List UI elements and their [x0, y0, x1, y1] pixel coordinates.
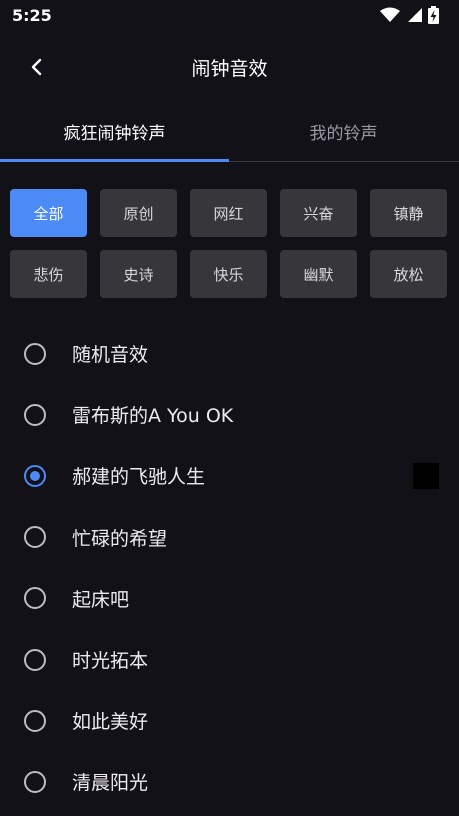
sound-list: 随机音效 雷布斯的A You OK 郝建的飞驰人生 忙碌的希望 起床吧 时光拓本…	[0, 323, 459, 813]
chip-original[interactable]: 原创	[100, 189, 177, 237]
signal-icon	[408, 8, 422, 22]
sound-label: 如此美好	[72, 711, 149, 734]
status-time: 5:25	[12, 6, 52, 25]
radio-button[interactable]	[24, 587, 46, 610]
chip-relax[interactable]: 放松	[370, 250, 447, 298]
list-item[interactable]: 雷布斯的A You OK	[0, 384, 459, 445]
sound-label: 时光拓本	[72, 650, 149, 673]
chip-calm[interactable]: 镇静	[370, 189, 447, 237]
radio-button[interactable]	[24, 403, 46, 426]
list-item[interactable]: 忙碌的希望	[0, 507, 459, 568]
list-item[interactable]: 郝建的飞驰人生	[0, 445, 459, 506]
radio-button[interactable]	[24, 342, 46, 365]
list-item[interactable]: 如此美好	[0, 690, 459, 751]
status-icons	[380, 6, 439, 24]
radio-button[interactable]	[24, 648, 46, 671]
header: 闹钟音效	[0, 40, 459, 96]
chip-humor[interactable]: 幽默	[280, 250, 357, 298]
playing-indicator	[413, 462, 439, 489]
chip-epic[interactable]: 史诗	[100, 250, 177, 298]
tab-bar: 疯狂闹钟铃声 我的铃声	[0, 100, 459, 162]
sound-label: 忙碌的希望	[72, 527, 168, 550]
list-item[interactable]: 随机音效	[0, 323, 459, 384]
list-item[interactable]: 清晨阳光	[0, 751, 459, 812]
tab-crazy-alarm-ringtones[interactable]: 疯狂闹钟铃声	[0, 100, 229, 162]
sound-label: 雷布斯的A You OK	[72, 405, 234, 428]
battery-charging-icon	[428, 6, 439, 24]
list-item[interactable]: 时光拓本	[0, 629, 459, 690]
sound-label: 起床吧	[72, 588, 130, 611]
radio-button[interactable]	[24, 709, 46, 732]
radio-button[interactable]	[24, 770, 46, 793]
status-bar: 5:25	[0, 0, 459, 32]
radio-button[interactable]	[24, 526, 46, 549]
chip-sad[interactable]: 悲伤	[10, 250, 87, 298]
chip-happy[interactable]: 快乐	[190, 250, 267, 298]
tab-my-ringtones[interactable]: 我的铃声	[229, 100, 458, 162]
chip-excited[interactable]: 兴奋	[280, 189, 357, 237]
tab-indicator	[0, 159, 229, 162]
category-chips: 全部 原创 网红 兴奋 镇静 悲伤 史诗 快乐 幽默 放松	[10, 189, 450, 298]
radio-button-selected[interactable]	[24, 464, 46, 487]
chip-trending[interactable]: 网红	[190, 189, 267, 237]
wifi-icon	[380, 7, 400, 22]
page-title: 闹钟音效	[191, 58, 268, 80]
list-item[interactable]: 起床吧	[0, 568, 459, 629]
sound-label: 清晨阳光	[72, 772, 149, 795]
chip-all[interactable]: 全部	[10, 189, 87, 237]
sound-label: 随机音效	[72, 344, 149, 367]
sound-label: 郝建的飞驰人生	[72, 466, 206, 489]
